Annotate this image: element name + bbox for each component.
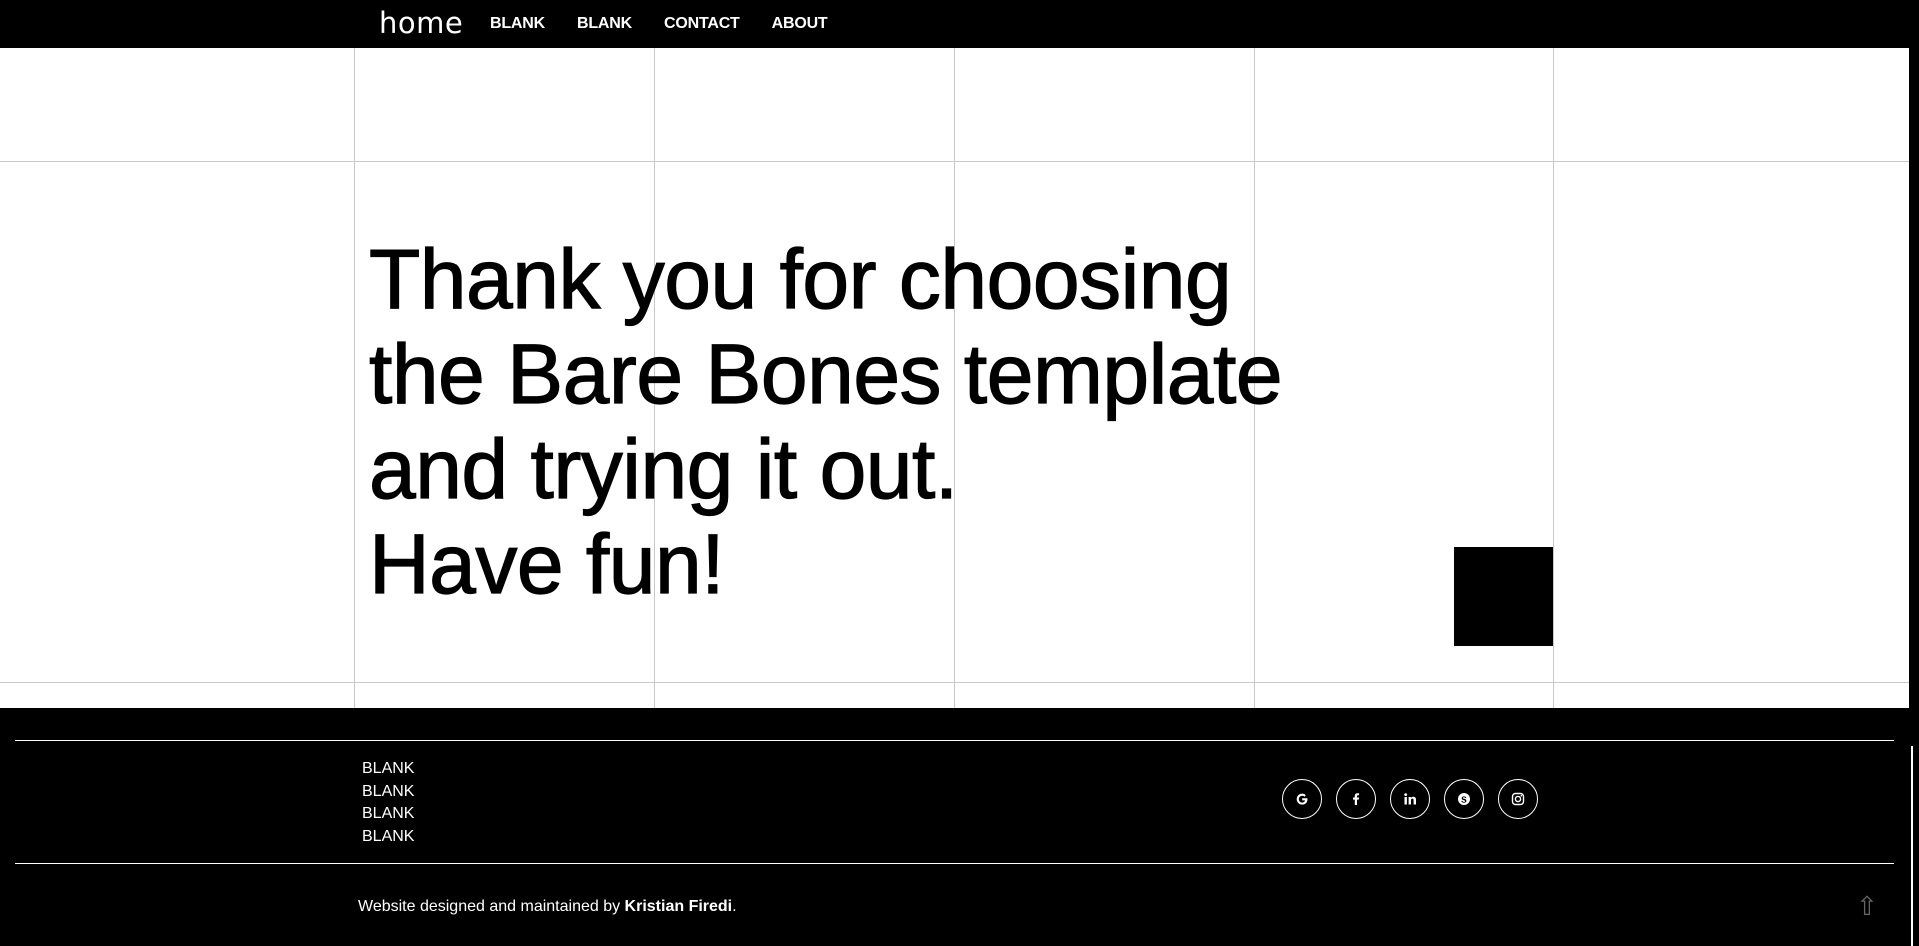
- skype-icon: [1458, 793, 1470, 805]
- hero-line: Have fun!: [368, 516, 725, 611]
- footer-link-blank-1[interactable]: BLANK: [362, 760, 414, 777]
- nav-link-contact[interactable]: CONTACT: [664, 15, 740, 32]
- facebook-icon: [1353, 793, 1360, 805]
- linkedin-icon: [1404, 793, 1416, 805]
- footer-credit: Website designed and maintained by Krist…: [358, 896, 737, 918]
- nav-item: ABOUT: [772, 15, 828, 33]
- brand-home-link[interactable]: home: [379, 4, 463, 42]
- decorative-black-square: [1454, 547, 1553, 646]
- hero-line: Thank you for choosing: [368, 231, 1232, 326]
- footer-link-item: BLANK: [362, 826, 414, 849]
- nav-links: BLANK BLANK CONTACT ABOUT: [490, 0, 860, 48]
- nav-link-blank-2[interactable]: BLANK: [577, 15, 632, 32]
- footer-link-item: BLANK: [362, 803, 414, 826]
- credit-text: Website designed and maintained by: [358, 898, 625, 915]
- nav-link-blank-1[interactable]: BLANK: [490, 15, 545, 32]
- nav-item: BLANK: [490, 15, 545, 33]
- footer-divider: [15, 863, 1894, 864]
- credit-suffix: .: [732, 898, 737, 915]
- footer: BLANK BLANK BLANK BLANK Website designed…: [0, 708, 1909, 946]
- linkedin-button[interactable]: [1390, 779, 1430, 819]
- hero-headline: Thank you for choosing the Bare Bones te…: [368, 231, 1283, 612]
- social-links: [1282, 779, 1552, 819]
- hero-line: the Bare Bones template: [368, 326, 1283, 421]
- grid-line-horizontal: [0, 682, 1909, 683]
- nav-item: BLANK: [577, 15, 632, 33]
- nav-link-about[interactable]: ABOUT: [772, 15, 828, 32]
- nav-item: CONTACT: [664, 15, 740, 33]
- grid-line-vertical: [1553, 48, 1554, 708]
- grid-line-horizontal: [0, 161, 1909, 162]
- scrollbar-thumb[interactable]: [1911, 746, 1919, 946]
- footer-link-item: BLANK: [362, 758, 414, 781]
- footer-link-item: BLANK: [362, 781, 414, 804]
- back-to-top-arrow-icon[interactable]: ⇧: [1856, 892, 1878, 922]
- facebook-button[interactable]: [1336, 779, 1376, 819]
- footer-link-blank-4[interactable]: BLANK: [362, 828, 414, 845]
- hero-line: and trying it out.: [368, 421, 958, 516]
- footer-link-blank-3[interactable]: BLANK: [362, 805, 414, 822]
- skype-button[interactable]: [1444, 779, 1484, 819]
- footer-link-blank-2[interactable]: BLANK: [362, 783, 414, 800]
- instagram-icon: [1511, 792, 1525, 806]
- author-link[interactable]: Kristian Firedi: [625, 898, 733, 915]
- footer-divider: [15, 740, 1894, 741]
- main-content: Thank you for choosing the Bare Bones te…: [0, 48, 1909, 708]
- footer-links: BLANK BLANK BLANK BLANK: [362, 758, 414, 848]
- grid-line-vertical: [354, 48, 355, 708]
- instagram-button[interactable]: [1498, 779, 1538, 819]
- google-icon: [1296, 793, 1308, 805]
- google-button[interactable]: [1282, 779, 1322, 819]
- top-navbar: home BLANK BLANK CONTACT ABOUT: [0, 0, 1919, 48]
